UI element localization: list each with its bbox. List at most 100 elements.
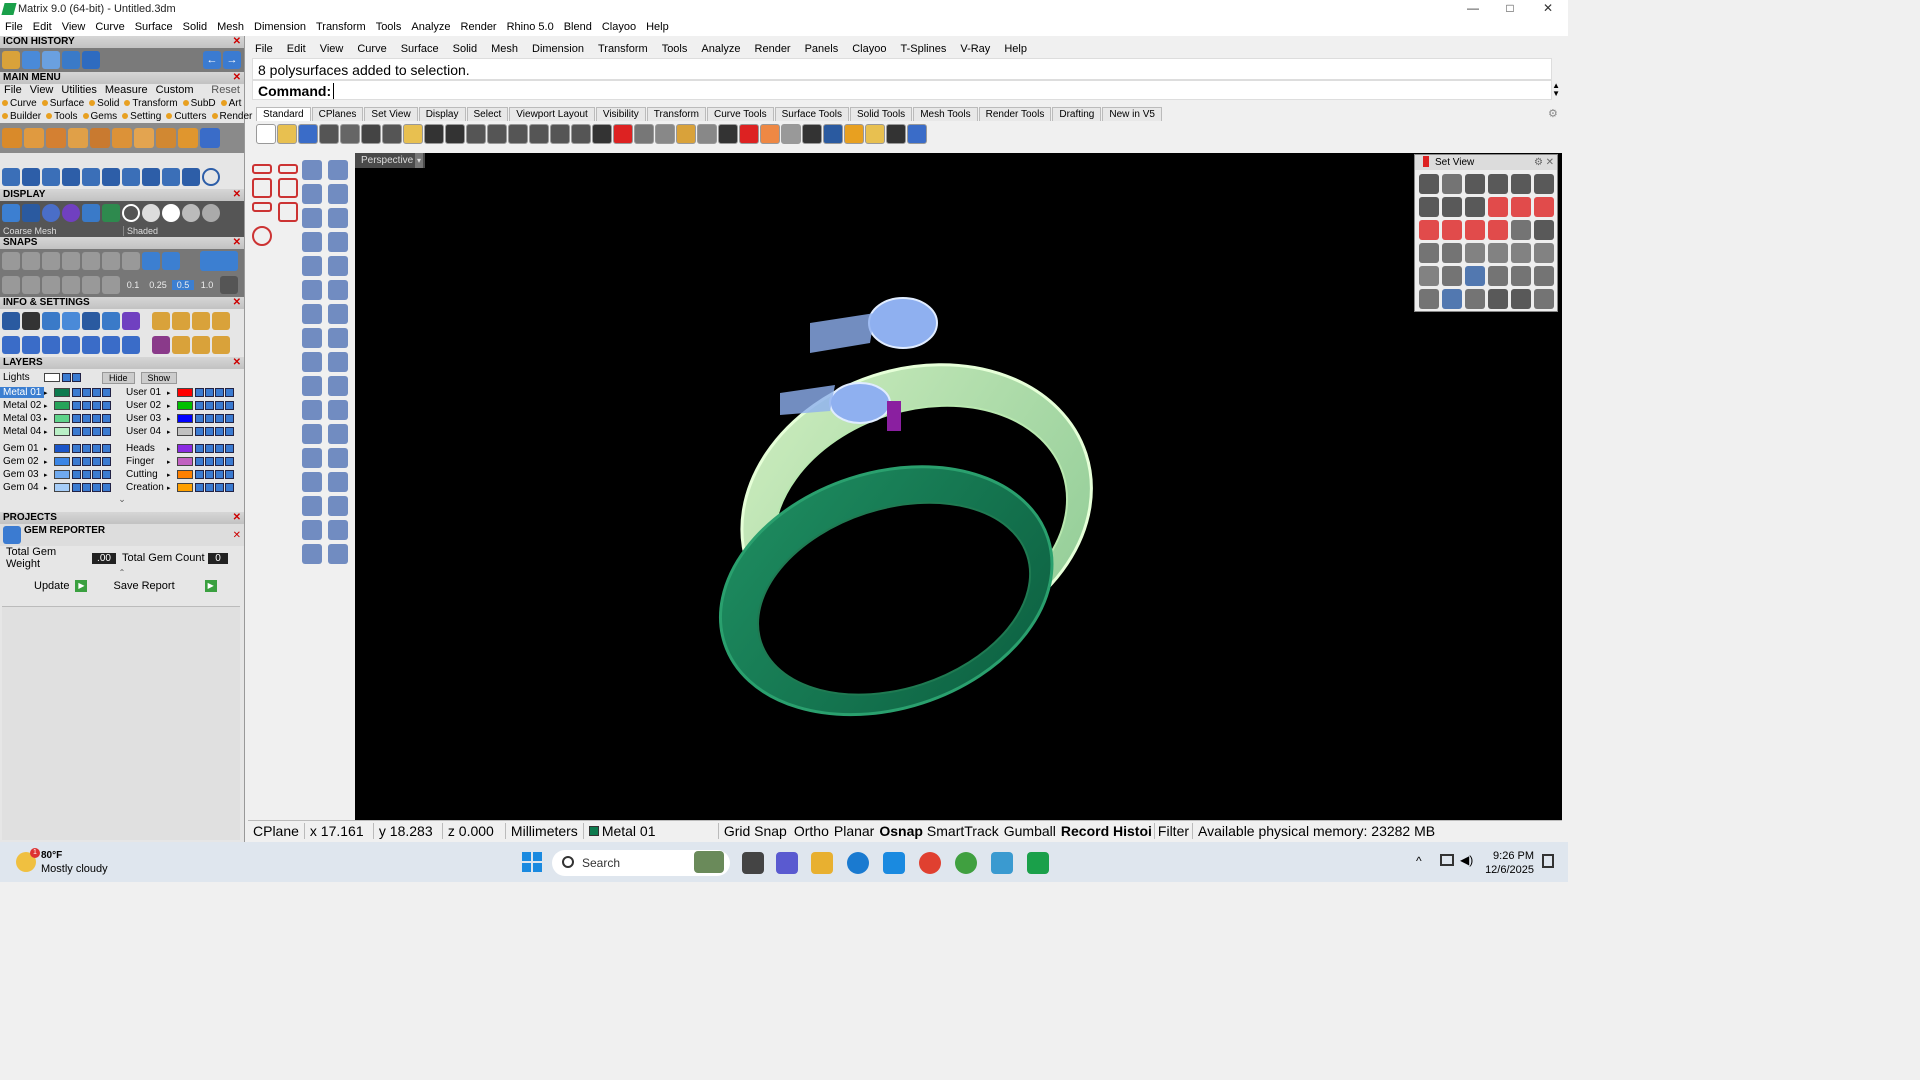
task-view-icon[interactable]: [742, 852, 764, 874]
chevron-right-icon[interactable]: ▸: [44, 458, 52, 466]
matrix-icon[interactable]: [1027, 852, 1049, 874]
layer-current-icon[interactable]: [102, 470, 111, 479]
paint-icon[interactable]: [328, 544, 348, 564]
builder-tool-icon[interactable]: [178, 128, 198, 148]
layer-visible-icon[interactable]: [195, 483, 204, 492]
layer-lock-icon[interactable]: [82, 388, 91, 397]
cage-icon[interactable]: [302, 520, 322, 540]
sphere-xray-icon[interactable]: [202, 204, 220, 222]
layer-lock-icon[interactable]: [205, 470, 214, 479]
menu-transform[interactable]: Transform: [311, 18, 371, 36]
mm-tab-builder[interactable]: Builder: [2, 110, 41, 123]
info-tool-icon[interactable]: [2, 336, 20, 354]
pave-stones[interactable]: [780, 385, 835, 415]
snap-value-025[interactable]: 0.25: [146, 280, 170, 290]
mm-tab-tools[interactable]: Tools: [46, 110, 78, 123]
layer-color-swatch[interactable]: [54, 483, 70, 492]
layer-current-icon[interactable]: [102, 414, 111, 423]
layer-lock-icon[interactable]: [82, 427, 91, 436]
viewport-layout-icon[interactable]: [252, 164, 272, 174]
snap-point-icon[interactable]: [42, 252, 60, 270]
tab-drafting[interactable]: Drafting: [1052, 107, 1102, 121]
layer-visible-icon[interactable]: [195, 470, 204, 479]
car-right-icon[interactable]: [1442, 220, 1462, 240]
chevron-right-icon[interactable]: ▸: [167, 484, 175, 492]
circle-tool-icon[interactable]: [202, 168, 220, 186]
snap-tool-icon[interactable]: [62, 276, 80, 294]
layer-print-icon[interactable]: [92, 483, 101, 492]
play-icon[interactable]: ▶: [204, 580, 217, 592]
layer-print-icon[interactable]: [92, 401, 101, 410]
notification-icon[interactable]: [1542, 854, 1554, 868]
snap-value-10[interactable]: 1.0: [196, 280, 218, 290]
view-split-icon[interactable]: [1442, 243, 1462, 263]
teams-icon[interactable]: [776, 852, 798, 874]
render-icon[interactable]: [802, 124, 822, 144]
new-icon[interactable]: [256, 124, 276, 144]
tab-render-tools[interactable]: Render Tools: [978, 107, 1052, 121]
history-tool-icon[interactable]: [62, 51, 80, 69]
gem-stone[interactable]: [829, 382, 891, 424]
render-icon[interactable]: [1465, 266, 1485, 286]
layer-row[interactable]: Metal 03 ▸: [0, 412, 120, 425]
arc-icon[interactable]: [328, 208, 348, 228]
airplane-icon[interactable]: [1534, 266, 1554, 286]
chevron-right-icon[interactable]: ▸: [44, 428, 52, 436]
ellipse-icon[interactable]: [302, 256, 322, 276]
tab-cplanes[interactable]: CPlanes: [311, 107, 364, 121]
layer-visible-icon[interactable]: [195, 427, 204, 436]
osnap-icon[interactable]: [865, 124, 885, 144]
builder-tool-icon[interactable]: [156, 128, 176, 148]
grid-icon[interactable]: [2, 276, 20, 294]
layer-color-swatch[interactable]: [54, 388, 70, 397]
mm-tab-render[interactable]: Render: [211, 110, 252, 123]
snap-toggle-icon[interactable]: [200, 251, 238, 271]
layer-row[interactable]: User 02 ▸: [123, 399, 243, 412]
layer-row[interactable]: User 01 ▸: [123, 386, 243, 399]
plane-icon[interactable]: [1511, 220, 1531, 240]
layer-lock-icon[interactable]: [205, 401, 214, 410]
camera-icon[interactable]: [1534, 220, 1554, 240]
group-icon[interactable]: [328, 400, 348, 420]
dimension-icon[interactable]: [655, 124, 675, 144]
gem-stone[interactable]: [868, 297, 938, 349]
weather-temp[interactable]: 80°F: [41, 850, 62, 861]
arrow-left-icon[interactable]: ←: [203, 51, 221, 69]
layer-color-swatch[interactable]: [177, 388, 193, 397]
builder-tool-icon[interactable]: [2, 128, 22, 148]
info-tool-icon[interactable]: [212, 336, 230, 354]
polygon-icon[interactable]: [302, 232, 322, 252]
layer-print-icon[interactable]: [215, 483, 224, 492]
rotate-view-icon[interactable]: [466, 124, 486, 144]
viewport-layout-icon[interactable]: [592, 124, 612, 144]
menu-tools[interactable]: Tools: [371, 18, 407, 36]
rmenu-tsplines[interactable]: T-Splines: [893, 40, 953, 58]
layer-print-icon[interactable]: [92, 470, 101, 479]
mm-utilities[interactable]: Utilities: [57, 84, 100, 97]
layer-current-icon[interactable]: [225, 388, 234, 397]
ring-model[interactable]: [355, 153, 1562, 820]
info-tool-icon[interactable]: [42, 312, 60, 330]
info-tool-icon[interactable]: [192, 336, 210, 354]
zoom-window-icon[interactable]: [508, 124, 528, 144]
layer-current-icon[interactable]: [225, 457, 234, 466]
loft-icon[interactable]: [328, 280, 348, 300]
sphere-shaded-icon[interactable]: [142, 204, 160, 222]
rmenu-analyze[interactable]: Analyze: [694, 40, 747, 58]
mm-custom[interactable]: Custom: [152, 84, 198, 97]
mm-tab-cutters[interactable]: Cutters: [166, 110, 207, 123]
mm-tab-transform[interactable]: Transform: [124, 97, 178, 110]
layer-lock-icon[interactable]: [72, 373, 81, 382]
tab-visibility[interactable]: Visibility: [595, 107, 646, 121]
layer-current-icon[interactable]: [225, 470, 234, 479]
airplane-top-icon[interactable]: [1419, 289, 1439, 309]
layer-color-swatch[interactable]: [54, 444, 70, 453]
close-icon[interactable]: ✕: [233, 36, 241, 48]
target-icon[interactable]: [1511, 243, 1531, 263]
layer-row[interactable]: Heads ▸: [123, 442, 243, 455]
pave-stones[interactable]: [810, 313, 875, 353]
zoom-selected-icon[interactable]: [550, 124, 570, 144]
layer-row[interactable]: User 03 ▸: [123, 412, 243, 425]
layer-current-icon[interactable]: [225, 483, 234, 492]
display-mode-select[interactable]: Shaded: [124, 226, 224, 236]
